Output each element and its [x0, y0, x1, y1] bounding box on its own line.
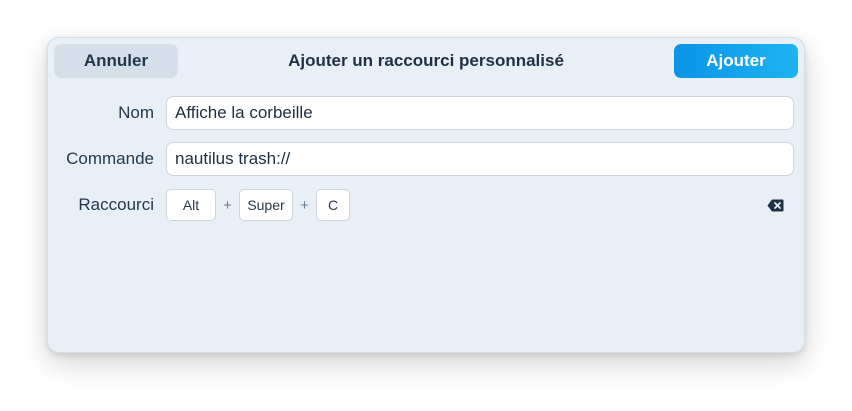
- name-row: Nom: [48, 96, 804, 130]
- dialog-header: Annuler Ajouter un raccourci personnalis…: [48, 38, 804, 84]
- key-separator: +: [300, 196, 309, 214]
- shortcut-row: Raccourci Alt + Super + C: [48, 188, 804, 222]
- backspace-icon: [767, 199, 783, 211]
- cancel-button[interactable]: Annuler: [54, 44, 178, 78]
- key-c: C: [316, 189, 350, 221]
- command-input[interactable]: [166, 142, 794, 176]
- name-label: Nom: [118, 103, 154, 122]
- command-row: Commande: [48, 142, 804, 176]
- shortcut-keys[interactable]: Alt + Super + C: [166, 188, 350, 222]
- shortcut-label: Raccourci: [78, 195, 154, 214]
- key-separator: +: [223, 196, 232, 214]
- add-shortcut-dialog: Annuler Ajouter un raccourci personnalis…: [47, 37, 805, 353]
- add-button[interactable]: Ajouter: [674, 44, 798, 78]
- name-input[interactable]: [166, 96, 794, 130]
- key-super: Super: [239, 189, 293, 221]
- clear-shortcut-button[interactable]: [766, 196, 784, 214]
- key-alt: Alt: [166, 189, 216, 221]
- command-label: Commande: [66, 149, 154, 168]
